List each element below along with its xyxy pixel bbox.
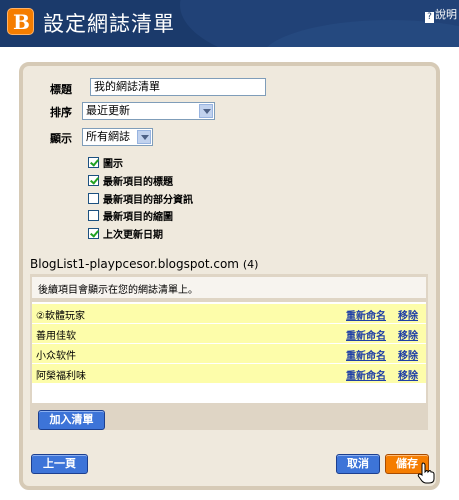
back-button[interactable]: 上一頁: [31, 454, 88, 474]
rename-link[interactable]: 重新命名: [346, 367, 386, 382]
blogger-dialog: B 設定網誌清單 ? 說明 標題 我的網誌清單 排序 最近更新 顯示 所有網誌 圖…: [0, 0, 459, 500]
hand-cursor-icon: [417, 462, 435, 484]
blog-list-rows: ②軟體玩家 重新命名 移除 善用佳软 重新命名 移除 小众软件 重新命名 移除 …: [32, 302, 426, 403]
blog-name: ②軟體玩家: [36, 311, 85, 322]
checkbox-unchecked[interactable]: [88, 209, 99, 221]
list-item: 善用佳软 重新命名 移除: [32, 324, 426, 343]
sort-select[interactable]: 最近更新: [82, 102, 215, 120]
rename-link[interactable]: 重新命名: [346, 327, 386, 342]
remove-link[interactable]: 移除: [398, 367, 418, 382]
blog-name: 阿榮福利味: [36, 371, 86, 382]
remove-link[interactable]: 移除: [398, 347, 418, 362]
blog-list-count: (4): [242, 258, 259, 271]
help-label: 說明: [435, 8, 457, 21]
option-label: 上次更新日期: [103, 229, 163, 241]
blog-list-title: BlogList1-playpcesor.blogspot.com (4): [30, 257, 258, 271]
checkbox-checked[interactable]: [88, 227, 99, 239]
option-label: 圖示: [103, 158, 123, 170]
chevron-down-icon: [137, 130, 151, 144]
blogger-logo-letter: B: [13, 10, 30, 34]
option-label: 最新項目的縮圖: [103, 211, 173, 223]
option-label: 最新項目的標題: [103, 176, 173, 188]
option-latest-title[interactable]: 最新項目的標題: [88, 173, 173, 188]
blogger-logo-icon: B: [7, 8, 34, 35]
checkbox-unchecked[interactable]: [88, 192, 99, 204]
option-latest-thumbnail[interactable]: 最新項目的縮圖: [88, 208, 173, 223]
list-item: ②軟體玩家 重新命名 移除: [32, 304, 426, 323]
option-last-updated[interactable]: 上次更新日期: [88, 226, 163, 241]
list-item: 小众软件 重新命名 移除: [32, 344, 426, 363]
blog-name: 小众软件: [36, 351, 76, 362]
checkbox-checked[interactable]: [88, 174, 99, 186]
display-select[interactable]: 所有網誌: [82, 128, 153, 146]
blog-list-hint: 後續項目會顯示在您的網誌清單上。: [32, 277, 426, 299]
list-item: 阿榮福利味 重新命名 移除: [32, 364, 426, 383]
sort-label: 排序: [50, 106, 72, 119]
help-link[interactable]: ? 說明: [425, 6, 457, 23]
cancel-button[interactable]: 取消: [336, 454, 380, 474]
rename-link[interactable]: 重新命名: [346, 307, 386, 322]
rename-link[interactable]: 重新命名: [346, 347, 386, 362]
remove-link[interactable]: 移除: [398, 307, 418, 322]
checkbox-checked[interactable]: [88, 156, 99, 168]
display-select-value: 所有網誌: [86, 130, 130, 143]
remove-link[interactable]: 移除: [398, 327, 418, 342]
header-bar: B 設定網誌清單 ? 說明: [0, 0, 459, 47]
add-to-list-button[interactable]: 加入清單: [38, 410, 105, 430]
help-icon: ?: [425, 12, 434, 23]
title-input[interactable]: 我的網誌清單: [90, 78, 266, 96]
page-title: 設定網誌清單: [43, 12, 175, 36]
sort-select-value: 最近更新: [86, 104, 130, 117]
chevron-down-icon: [199, 104, 213, 118]
blog-name: 善用佳软: [36, 331, 76, 342]
title-label: 標題: [50, 83, 72, 96]
blog-list-name: BlogList1-playpcesor.blogspot.com: [30, 257, 239, 271]
option-icon[interactable]: 圖示: [88, 155, 123, 170]
option-label: 最新項目的部分資訊: [103, 194, 193, 206]
option-latest-snippet[interactable]: 最新項目的部分資訊: [88, 191, 193, 206]
display-label: 顯示: [50, 132, 72, 145]
